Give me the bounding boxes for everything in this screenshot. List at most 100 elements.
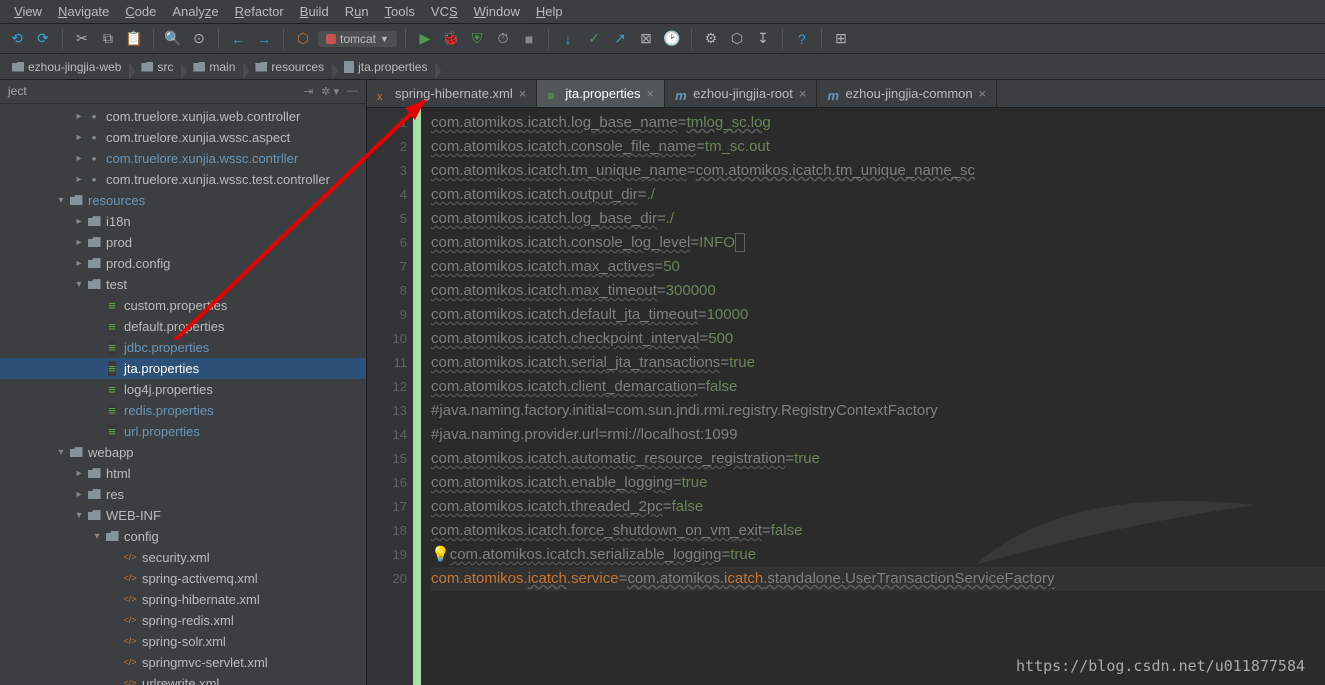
tree-row[interactable]: spring-solr.xml <box>0 631 366 652</box>
tree-row[interactable]: ▸prod.config <box>0 253 366 274</box>
breadcrumb-item[interactable]: resources <box>249 59 332 75</box>
tree-row[interactable]: springmvc-servlet.xml <box>0 652 366 673</box>
sidebar-collapse-icon[interactable]: ⇥ <box>304 85 313 98</box>
menu-view[interactable]: View <box>6 2 50 21</box>
tree-row[interactable]: ▾resources <box>0 190 366 211</box>
tree-row[interactable]: ▾test <box>0 274 366 295</box>
tree-row[interactable]: ▾WEB-INF <box>0 505 366 526</box>
back-icon[interactable]: ← <box>227 28 249 50</box>
editor-tab[interactable]: mezhou-jingjia-common× <box>817 80 997 107</box>
code-line: com.atomikos.icatch.log_base_dir=./ <box>431 207 1325 231</box>
vcs-push-icon[interactable]: ↗ <box>609 28 631 50</box>
tree-row[interactable]: urlrewrite.xml <box>0 673 366 685</box>
sidebar-gear-icon[interactable]: ✲ ▾ <box>321 85 339 98</box>
find-icon[interactable]: 🔍 <box>162 28 184 50</box>
tree-label: com.truelore.xunjia.wssc.test.controller <box>106 172 330 187</box>
tree-row[interactable]: ▸com.truelore.xunjia.wssc.aspect <box>0 127 366 148</box>
tree-arrow-icon: ▸ <box>72 174 86 185</box>
help-icon[interactable]: ? <box>791 28 813 50</box>
debug-icon[interactable]: 🐞 <box>440 28 462 50</box>
sidebar-hide-icon[interactable]: — <box>347 85 358 98</box>
tree-row[interactable]: url.properties <box>0 421 366 442</box>
tree-row[interactable]: redis.properties <box>0 400 366 421</box>
close-icon[interactable]: × <box>979 86 987 101</box>
replace-icon[interactable]: ⊙ <box>188 28 210 50</box>
tree-row[interactable]: ▸res <box>0 484 366 505</box>
tree-label: security.xml <box>142 550 210 565</box>
tree-row[interactable]: ▾webapp <box>0 442 366 463</box>
close-icon[interactable]: × <box>519 86 527 101</box>
menu-refactor[interactable]: Refactor <box>227 2 292 21</box>
vcs-history-icon[interactable]: 🕑 <box>661 28 683 50</box>
toolbar-icon-1[interactable]: ⚙ <box>700 28 722 50</box>
tree-row[interactable]: ▸ com.truelore.xunjia.wssc.test.controlle… <box>0 169 366 190</box>
tree-row[interactable]: spring-hibernate.xml <box>0 589 366 610</box>
xml-icon <box>122 657 138 667</box>
menu-analyze[interactable]: Analyze <box>164 2 226 21</box>
profile-icon[interactable]: ⏱ <box>492 28 514 50</box>
forward-icon[interactable]: → <box>253 28 275 50</box>
menu-build[interactable]: Build <box>292 2 337 21</box>
stop-icon[interactable]: ■ <box>518 28 540 50</box>
menu-help[interactable]: Help <box>528 2 571 21</box>
editor-tab[interactable]: jta.properties× <box>537 80 665 107</box>
tree-row[interactable]: default.properties <box>0 316 366 337</box>
tree-row[interactable]: ▸prod <box>0 232 366 253</box>
toolbar-redo-icon[interactable]: ⟳ <box>32 28 54 50</box>
vcs-update-icon[interactable]: ↓ <box>557 28 579 50</box>
menu-code[interactable]: Code <box>117 2 164 21</box>
editor-tab[interactable]: spring-hibernate.xml× <box>367 80 537 107</box>
tree-row[interactable]: log4j.properties <box>0 379 366 400</box>
tree-row[interactable]: ▸com.truelore.xunjia.web.controller <box>0 106 366 127</box>
tree-row[interactable]: spring-redis.xml <box>0 610 366 631</box>
breadcrumb-bar: ezhou-jingjia-web src main resources jta… <box>0 54 1325 80</box>
breadcrumb-item[interactable]: ezhou-jingjia-web <box>6 59 129 75</box>
tree-arrow-icon: ▸ <box>72 258 86 269</box>
code-line: com.atomikos.icatch.client_demarcation=f… <box>431 375 1325 399</box>
folder-icon <box>86 489 102 499</box>
close-icon[interactable]: × <box>647 86 655 101</box>
editor-tab[interactable]: mezhou-jingjia-root× <box>665 80 817 107</box>
structure-icon[interactable]: ⬡ <box>292 28 314 50</box>
tree-arrow-icon: ▾ <box>72 510 86 521</box>
tree-row[interactable]: ▸com.truelore.xunjia.wssc.contrller <box>0 148 366 169</box>
tree-row[interactable]: jta.properties <box>0 358 366 379</box>
code-line: com.atomikos.icatch.output_dir=./ <box>431 183 1325 207</box>
breadcrumb-item[interactable]: src <box>135 59 181 75</box>
cut-icon[interactable]: ✂ <box>71 28 93 50</box>
project-tree[interactable]: ▸com.truelore.xunjia.web.controller▸com.… <box>0 104 366 685</box>
xml-icon <box>122 573 138 583</box>
run-config-select[interactable]: tomcat ▼ <box>318 31 397 47</box>
menu-vcs[interactable]: VCS <box>423 2 466 21</box>
tree-row[interactable]: ▸html <box>0 463 366 484</box>
breadcrumb-item[interactable]: jta.properties <box>338 59 435 75</box>
tree-row[interactable]: ▾config <box>0 526 366 547</box>
tree-row[interactable]: spring-activemq.xml <box>0 568 366 589</box>
folder-icon <box>86 237 102 247</box>
toolbar-icon-3[interactable]: ↧ <box>752 28 774 50</box>
menu-run[interactable]: Run <box>337 2 377 21</box>
toolbar-icon-2[interactable]: ⬡ <box>726 28 748 50</box>
code-editor[interactable]: com.atomikos.icatch.log_base_name=tmlog_… <box>421 108 1325 685</box>
copy-icon[interactable]: ⧉ <box>97 28 119 50</box>
crumb-label: ezhou-jingjia-web <box>28 60 121 74</box>
menu-window[interactable]: Window <box>466 2 528 21</box>
menu-navigate[interactable]: Navigate <box>50 2 117 21</box>
run-icon[interactable]: ▶ <box>414 28 436 50</box>
vcs-commit-icon[interactable]: ✓ <box>583 28 605 50</box>
toolbar-icon-4[interactable]: ⊞ <box>830 28 852 50</box>
tree-row[interactable]: ▸i18n <box>0 211 366 232</box>
tree-row[interactable]: jdbc.properties <box>0 337 366 358</box>
menu-tools[interactable]: Tools <box>377 2 423 21</box>
vcs-revert-icon[interactable]: ⊠ <box>635 28 657 50</box>
paste-icon[interactable]: 📋 <box>123 28 145 50</box>
code-line: com.atomikos.icatch.service=com.atomikos… <box>431 567 1325 591</box>
code-line: com.atomikos.icatch.checkpoint_interval=… <box>431 327 1325 351</box>
tree-row[interactable]: custom.properties <box>0 295 366 316</box>
watermark-text: https://blog.csdn.net/u011877584 <box>1016 657 1305 675</box>
toolbar-undo-icon[interactable]: ⟲ <box>6 28 28 50</box>
close-icon[interactable]: × <box>799 86 807 101</box>
coverage-icon[interactable]: ⛨ <box>466 28 488 50</box>
tree-row[interactable]: security.xml <box>0 547 366 568</box>
breadcrumb-item[interactable]: main <box>187 59 243 75</box>
